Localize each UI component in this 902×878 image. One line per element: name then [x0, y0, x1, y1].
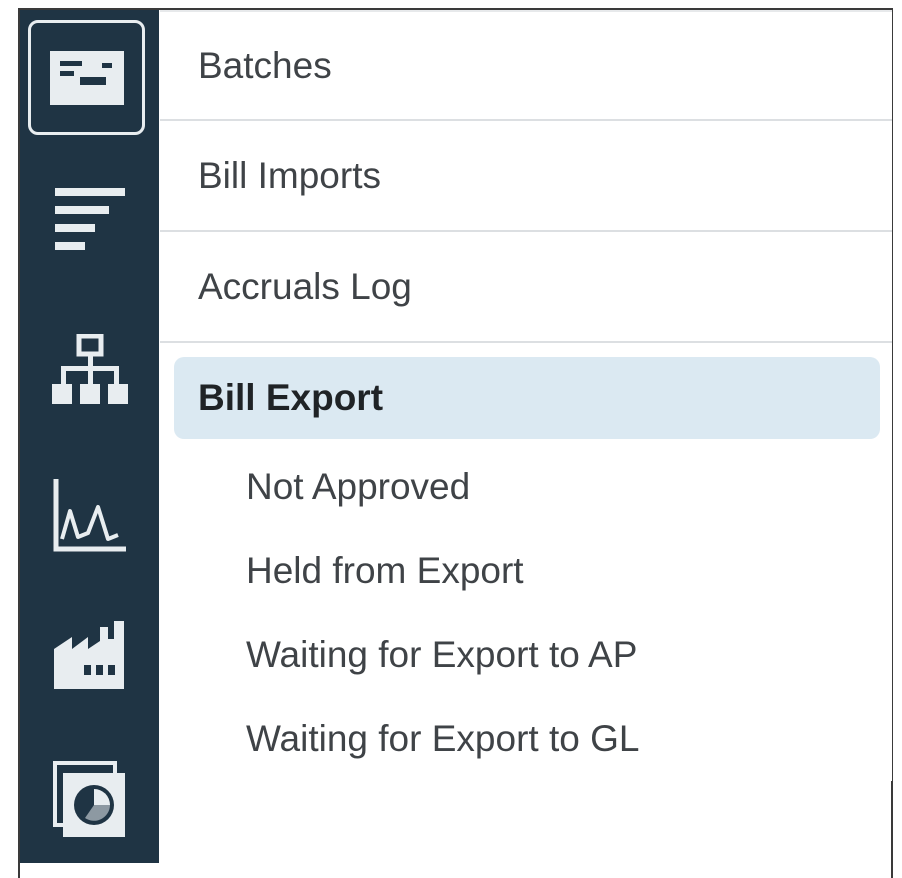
- factory-icon: [53, 621, 124, 689]
- icon-rail: [20, 10, 159, 863]
- rail-batches-button[interactable]: [28, 20, 145, 135]
- submenu-item-waiting-export-gl[interactable]: Waiting for Export to GL: [160, 697, 892, 781]
- navigation-menu: Batches Bill Imports Accruals Log Bill E…: [160, 10, 892, 781]
- rail-facilities-button[interactable]: [20, 615, 159, 695]
- submenu-item-held-from-export[interactable]: Held from Export: [160, 529, 892, 613]
- line-chart-icon: [53, 479, 126, 552]
- batches-card-icon: [49, 50, 124, 105]
- menu-item-label: Batches: [198, 44, 332, 86]
- submenu-item-waiting-export-ap[interactable]: Waiting for Export to AP: [160, 613, 892, 697]
- menu-item-label: Bill Imports: [198, 154, 381, 196]
- org-hierarchy-icon: [51, 334, 128, 404]
- submenu-item-label: Waiting for Export to GL: [246, 718, 640, 759]
- bill-export-submenu: Not Approved Held from Export Waiting fo…: [160, 439, 892, 781]
- rail-filter-button[interactable]: [20, 180, 159, 260]
- rail-hierarchy-button[interactable]: [20, 330, 159, 410]
- menu-item-batches[interactable]: Batches: [160, 10, 892, 121]
- menu-item-label: Accruals Log: [198, 265, 412, 307]
- filter-lines-icon: [54, 188, 125, 250]
- menu-section-bill-export[interactable]: Bill Export: [174, 357, 880, 439]
- rail-reports-button[interactable]: [20, 755, 159, 845]
- menu-item-bill-imports[interactable]: Bill Imports: [160, 121, 892, 232]
- submenu-item-not-approved[interactable]: Not Approved: [160, 445, 892, 529]
- pie-report-icon: [52, 761, 125, 837]
- submenu-item-label: Not Approved: [246, 466, 471, 507]
- section-header-label: Bill Export: [198, 377, 384, 418]
- rail-chart-button[interactable]: [20, 475, 159, 555]
- menu-item-accruals-log[interactable]: Accruals Log: [160, 232, 892, 343]
- submenu-item-label: Held from Export: [246, 550, 524, 591]
- submenu-item-label: Waiting for Export to AP: [246, 634, 638, 675]
